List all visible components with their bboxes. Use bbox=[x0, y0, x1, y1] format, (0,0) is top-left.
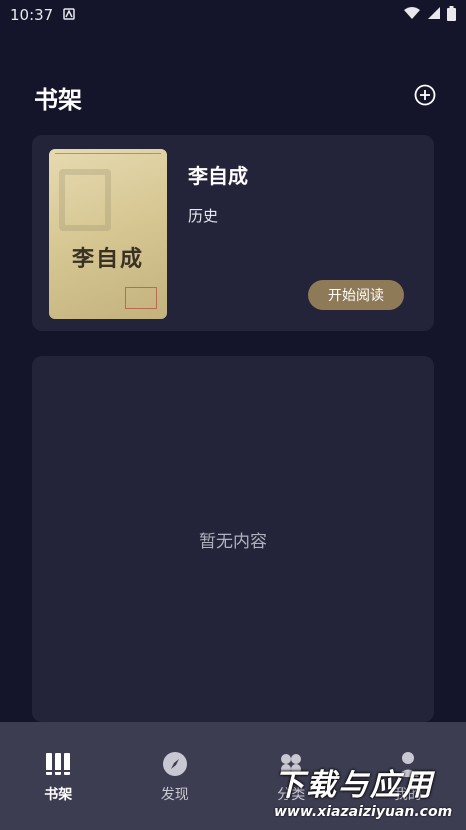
nav-label-category: 分类 bbox=[277, 787, 306, 803]
person-icon bbox=[396, 752, 419, 777]
start-reading-button[interactable]: 开始阅读 bbox=[308, 280, 404, 310]
book-cover[interactable]: 李自成 bbox=[49, 149, 167, 319]
nav-item-bookshelf[interactable]: 书架 bbox=[0, 722, 117, 830]
book-title[interactable]: 李自成 bbox=[188, 160, 248, 189]
nav-label-bookshelf: 书架 bbox=[44, 787, 73, 803]
cover-header-line bbox=[55, 153, 161, 160]
status-time: 10:37 bbox=[10, 6, 54, 24]
books-icon bbox=[46, 753, 71, 775]
compass-icon bbox=[162, 752, 187, 776]
grid-icon bbox=[281, 754, 302, 774]
nav-label-discover: 发现 bbox=[160, 787, 189, 803]
cover-stamp bbox=[125, 287, 157, 309]
page-title: 书架 bbox=[34, 86, 82, 114]
empty-panel: 暂无内容 bbox=[32, 356, 434, 722]
wifi-icon bbox=[403, 6, 421, 24]
empty-state-text: 暂无内容 bbox=[199, 531, 267, 552]
status-bar: 10:37 bbox=[0, 0, 466, 30]
add-book-button[interactable] bbox=[414, 84, 436, 106]
nav-label-profile: 我的 bbox=[393, 787, 422, 803]
nav-item-category[interactable]: 分类 bbox=[233, 722, 350, 830]
plus-circle-icon bbox=[414, 84, 436, 106]
nav-item-discover[interactable]: 发现 bbox=[117, 722, 234, 830]
battery-icon bbox=[447, 5, 456, 25]
cover-title: 李自成 bbox=[71, 246, 144, 272]
signal-icon bbox=[427, 6, 441, 24]
book-category: 历史 bbox=[188, 207, 219, 225]
cover-watermark-glyph bbox=[59, 169, 111, 231]
nav-item-profile[interactable]: 我的 bbox=[350, 722, 466, 830]
bottom-nav: 书架 发现 分类 我的 bbox=[0, 722, 466, 830]
notification-icon bbox=[63, 6, 75, 24]
